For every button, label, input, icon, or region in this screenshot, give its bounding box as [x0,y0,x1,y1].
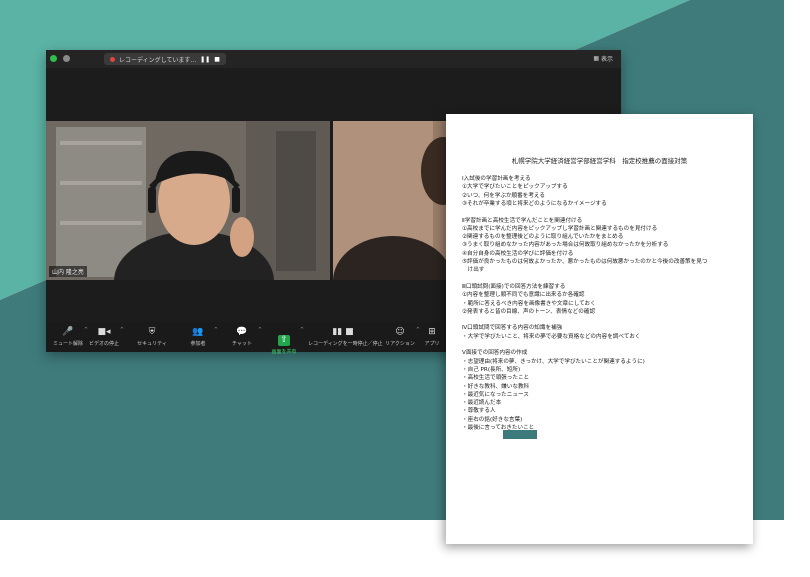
mute-button[interactable]: 🎤 ミュート解除 ^ [50,327,88,347]
document-line: ②発表すると皆の目線、声のトーン、表情などの確認 [462,308,596,315]
document-page: 札幌学院大学経済経営学部経営学科 指定校推薦の面接対策 Ⅰ入試後の学習計画を考え… [446,114,753,544]
share-screen-icon: ⇧ [278,335,290,346]
stop-icon[interactable]: ■ [214,56,220,63]
document-line: Ⅳ口頭試問で回答する内容の知識を補強 [462,325,563,332]
chevron-up-icon[interactable]: ^ [120,327,124,333]
apps-icon: ⊞ [428,327,436,337]
document-line: ・大学で学びたいこと、将来の夢で必要な資格などの内容を調べておく [462,333,641,340]
recording-label: レコーディングしています... [119,56,197,64]
document-line: け出す [462,267,485,274]
recording-controls-icon: ▮▮ ■ [332,327,354,337]
chevron-up-icon[interactable]: ^ [214,327,218,333]
document-line: ・自己 PR(長所、短所) [462,366,521,373]
participant-a-name: 山内 隆之亮 [49,266,87,277]
document-line: ・高校生活で頑張ったこと [462,375,530,382]
chat-button[interactable]: 💬 チャット ^ [224,327,262,347]
document-line: ・座右の銘(好きな言葉) [462,416,523,423]
document-line: ①大学で学びたいことをピックアップする [462,184,568,191]
document-line: ・範所に答えるべき内容を画像書きや文章にしておく [462,300,596,307]
document-line: Ⅰ入試後の学習計画を考える [462,176,531,182]
document-line: ・尊敬する人 [462,408,496,415]
document-line: ・最近読んだ本 [462,400,502,407]
video-tile-participant-a[interactable]: 山内 隆之亮 [46,121,330,280]
document-line: ②いつ、何を学ぶか順番を考える [462,192,545,199]
view-button[interactable]: ▦ 表示 [593,54,613,63]
microphone-muted-icon: 🎤 [62,327,74,337]
pause-icon[interactable]: ❚❚ [200,56,210,63]
recording-indicator: レコーディングしています... ❚❚ ■ [104,53,226,65]
participants-icon: 👥 [192,327,204,337]
apps-button[interactable]: ⊞ アプリ [414,327,450,347]
participants-button[interactable]: 👥 参加者 ^ [180,327,218,347]
reaction-button[interactable]: ☺ リアクション ^ [382,327,420,347]
redaction-mark [503,430,537,439]
document-line: ③うまく取り組めなかった内容があった場合は何故取り組めなかったかを分析する [462,242,669,249]
document-title: 札幌学院大学経済経営学部経営学科 指定校推薦の面接対策 [511,157,688,165]
recording-dot-icon [110,56,115,62]
document-line: ・最近気になったニュース [462,391,529,398]
document-line: ⑤評価が良かったものは何故よかったか、悪かったものは何故悪かったのかと今後の改善… [462,259,708,265]
document-line: Ⅴ面接での回答内容の作成 [462,350,528,357]
document-line: Ⅲ口頭試問(面接)での回答方法を練習する [462,283,566,290]
document-line: ②関連するものを整理後どのように取り組んでいたかをまとめる [462,234,624,241]
stop-video-button[interactable]: ■◂ ビデオの停止 ^ [86,327,124,347]
recording-control-button[interactable]: ▮▮ ■ レコーディングを一時停止／停止 [308,327,383,347]
title-bar: レコーディングしています... ❚❚ ■ ▦ 表示 [46,50,621,68]
document-line: ①内容を整理し順不同でも意識に出来るか各確認 [462,292,585,299]
chevron-up-icon[interactable]: ^ [258,327,262,333]
view-label: 表示 [600,56,613,63]
document-line: ①高校までに学んだ内容をピックアップし学習計画と関連するものを見付ける [462,225,658,232]
shield-icon: ⛨ [148,327,156,337]
security-button[interactable]: ⛨ セキュリティ [134,327,170,347]
window-status-dot-icon[interactable] [50,55,57,62]
reaction-icon: ☺ [395,327,405,337]
info-icon[interactable] [63,55,70,62]
participant-a-video [46,121,330,280]
video-camera-icon: ■◂ [97,327,111,337]
document-line: ・志望理由(将来の夢、きっかけ、大学で学びたいことが関連するように) [462,358,645,365]
document-line: ④自分自身の高校生活の学びに評価を付ける [462,250,574,257]
document-line: Ⅱ学習計画と高校生活で学んだことを関連付ける [462,217,583,224]
document-line: ・好きな教科、嫌いな教科 [462,383,530,390]
share-screen-button[interactable]: ⇧ 画面を共有 ^ [266,327,304,355]
document-line: ③それが卒業する頃と将来どのようになるかイメージする [462,200,607,207]
chat-icon: 💬 [236,327,248,337]
chevron-up-icon[interactable]: ^ [300,327,304,333]
grid-view-icon: ▦ [593,55,599,62]
